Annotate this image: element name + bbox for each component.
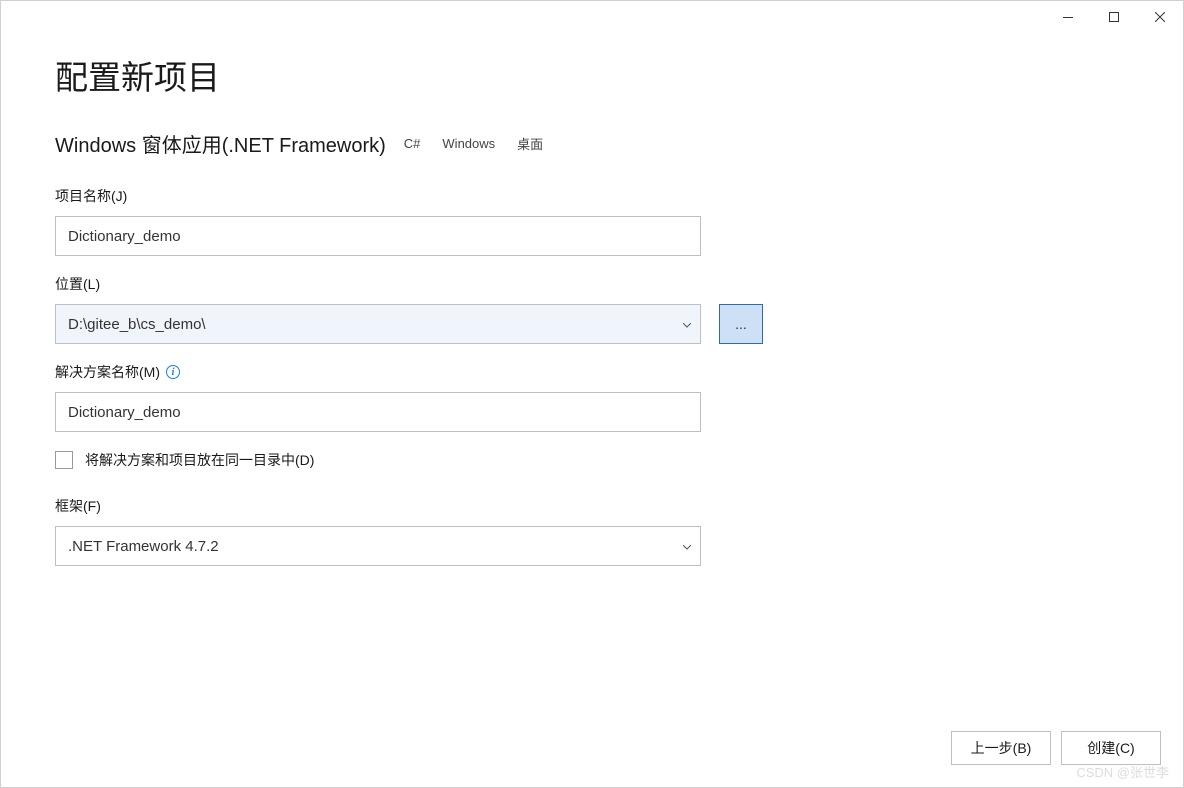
solution-name-group: 解决方案名称(M) i — [55, 362, 1129, 432]
page-title: 配置新项目 — [55, 51, 1129, 99]
framework-group: 框架(F) — [55, 496, 1129, 566]
minimize-button[interactable] — [1045, 1, 1091, 33]
template-name: Windows 窗体应用(.NET Framework) — [55, 129, 386, 158]
location-label: 位置(L) — [55, 274, 1129, 294]
create-button[interactable]: 创建(C) — [1061, 731, 1161, 765]
close-button[interactable] — [1137, 1, 1183, 33]
solution-name-label: 解决方案名称(M) i — [55, 362, 1129, 382]
project-name-input[interactable] — [55, 216, 701, 256]
info-icon[interactable]: i — [166, 365, 180, 379]
project-name-group: 项目名称(J) — [55, 186, 1129, 256]
tag-platform: Windows — [438, 134, 499, 153]
same-dir-checkbox[interactable] — [55, 451, 73, 469]
project-name-label: 项目名称(J) — [55, 186, 1129, 206]
back-button[interactable]: 上一步(B) — [951, 731, 1051, 765]
maximize-button[interactable] — [1091, 1, 1137, 33]
solution-name-input[interactable] — [55, 392, 701, 432]
location-group: 位置(L) ... — [55, 274, 1129, 344]
footer-buttons: 上一步(B) 创建(C) — [951, 731, 1161, 765]
tag-type: 桌面 — [513, 132, 547, 155]
framework-select[interactable] — [55, 526, 701, 566]
subtitle-row: Windows 窗体应用(.NET Framework) C# Windows … — [55, 129, 1129, 158]
dialog-content: 配置新项目 Windows 窗体应用(.NET Framework) C# Wi… — [1, 1, 1183, 566]
same-dir-label: 将解决方案和项目放在同一目录中(D) — [85, 450, 314, 470]
framework-label: 框架(F) — [55, 496, 1129, 516]
tag-language: C# — [400, 134, 425, 153]
solution-name-label-text: 解决方案名称(M) — [55, 362, 160, 382]
same-dir-row: 将解决方案和项目放在同一目录中(D) — [55, 450, 1129, 470]
location-input[interactable] — [55, 304, 701, 344]
browse-button[interactable]: ... — [719, 304, 763, 344]
window-controls — [1045, 1, 1183, 33]
